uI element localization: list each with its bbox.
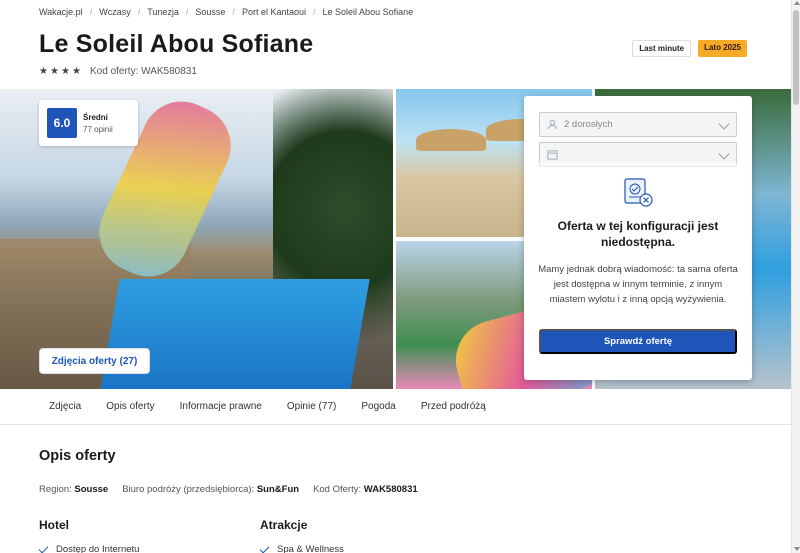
scroll-up-arrow-icon[interactable] xyxy=(794,1,800,5)
tab-description[interactable]: Opis oferty xyxy=(106,401,154,412)
attraction-item: Spa & Wellness xyxy=(259,543,344,553)
region-label: Region: xyxy=(39,484,72,495)
unavailable-title: Oferta w tej konfiguracji jest niedostęp… xyxy=(557,219,719,249)
region-info: Region: Sousse xyxy=(39,484,108,495)
unavailable-description: Mamy jednak dobrą wiadomość: ta sama ofe… xyxy=(538,264,738,305)
attractions-title: Atrakcje xyxy=(260,518,308,532)
tab-weather[interactable]: Pogoda xyxy=(361,401,395,412)
star-icon: ★ xyxy=(72,66,81,77)
breadcrumb-link-city[interactable]: Port el Kantaoui xyxy=(242,7,306,17)
rating-level: Średni xyxy=(83,112,108,122)
scrollbar-thumb[interactable] xyxy=(793,10,799,105)
code-label: Kod Oferty: xyxy=(313,484,362,495)
panel-fade xyxy=(524,162,752,176)
document-unavailable-icon xyxy=(624,178,653,207)
operator-info: Biuro podróży (przedsiębiorca): Sun&Fun xyxy=(122,484,299,495)
rating-box[interactable]: 6.0 Średni 77 opinii xyxy=(39,100,138,146)
tab-reviews[interactable]: Opinie (77) xyxy=(287,401,336,412)
breadcrumb: Wakacje.pl / Wczasy / Tunezja / Sousse /… xyxy=(39,7,413,17)
breadcrumb-separator: / xyxy=(137,7,141,17)
checkmark-icon xyxy=(259,543,270,553)
code-info: Kod Oferty: WAK580831 xyxy=(313,484,418,495)
star-icon: ★ xyxy=(61,66,70,77)
breadcrumb-link-region[interactable]: Sousse xyxy=(195,7,225,17)
attraction-label: Spa & Wellness xyxy=(277,544,344,553)
tab-before-trip[interactable]: Przed podróżą xyxy=(421,401,486,412)
photos-button[interactable]: Zdjęcia oferty (27) xyxy=(39,348,150,374)
chevron-down-icon xyxy=(718,148,730,160)
offer-info-row: Region: Sousse Biuro podróży (przedsiębi… xyxy=(39,484,418,495)
tab-photos[interactable]: Zdjęcia xyxy=(49,401,81,412)
season-badge: Lato 2025 xyxy=(698,40,747,57)
badge-group: Last minute Lato 2025 xyxy=(632,40,747,57)
region-value: Sousse xyxy=(74,484,109,495)
calendar-icon xyxy=(546,149,558,161)
rating-score: 6.0 xyxy=(47,108,77,138)
breadcrumb-current: Le Soleil Abou Sofiane xyxy=(322,7,414,17)
star-rating: ★ ★ ★ ★ xyxy=(39,66,81,77)
section-title: Opis oferty xyxy=(39,448,116,464)
hotel-features-title: Hotel xyxy=(39,518,69,532)
breadcrumb-separator: / xyxy=(185,7,189,17)
guests-value: 2 dorosłych xyxy=(564,119,613,130)
offer-code: Kod oferty: WAK580831 xyxy=(90,66,197,77)
guests-select[interactable]: 2 dorosłych xyxy=(539,112,737,137)
chevron-down-icon xyxy=(718,118,730,130)
operator-label: Biuro podróży (przedsiębiorca): xyxy=(122,484,255,495)
umbrella-shape xyxy=(416,129,486,151)
breadcrumb-link-wczasy[interactable]: Wczasy xyxy=(99,7,131,17)
star-icon: ★ xyxy=(39,66,48,77)
feature-item: Dostęp do Internetu xyxy=(38,543,140,553)
feature-label: Dostęp do Internetu xyxy=(56,544,140,553)
hotel-meta: ★ ★ ★ ★ Kod oferty: WAK580831 xyxy=(39,66,197,77)
breadcrumb-link-country[interactable]: Tunezja xyxy=(147,7,179,17)
breadcrumb-separator: / xyxy=(313,7,316,17)
check-offer-button[interactable]: Sprawdź ofertę xyxy=(539,329,737,354)
code-value: WAK580831 xyxy=(363,484,418,495)
checkmark-icon xyxy=(38,543,49,553)
rating-count: 77 opinii xyxy=(83,124,113,134)
star-icon: ★ xyxy=(50,66,59,77)
section-tabs: Zdjęcia Opis oferty Informacje prawne Op… xyxy=(0,389,791,425)
last-minute-badge: Last minute xyxy=(632,40,692,57)
scrollbar[interactable] xyxy=(791,0,800,553)
breadcrumb-separator: / xyxy=(232,7,235,17)
operator-value: Sun&Fun xyxy=(256,484,300,495)
tab-legal[interactable]: Informacje prawne xyxy=(180,401,262,412)
booking-panel: 2 dorosłych Oferta w tej konfiguracji je… xyxy=(524,96,752,380)
breadcrumb-link-home[interactable]: Wakacje.pl xyxy=(39,7,83,17)
scroll-down-arrow-icon[interactable] xyxy=(794,547,800,551)
page-title: Le Soleil Abou Sofiane xyxy=(39,30,314,58)
user-icon xyxy=(546,119,558,131)
breadcrumb-separator: / xyxy=(89,7,93,17)
rating-text: Średni 77 opinii xyxy=(83,113,113,134)
